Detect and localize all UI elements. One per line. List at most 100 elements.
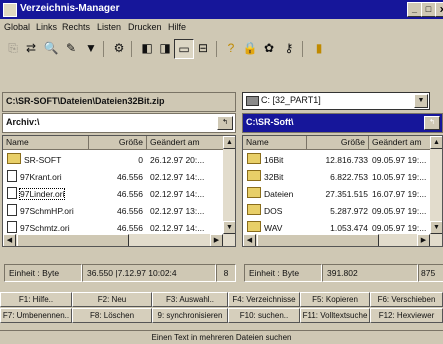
menu-hilfe[interactable]: Hilfe — [168, 22, 186, 32]
f11-fulltext-search-button[interactable]: F11: Volltextsuche — [300, 308, 370, 323]
info-icon[interactable]: ✿ — [260, 39, 278, 57]
f10-search-button[interactable]: F10: suchen.. — [228, 308, 300, 323]
folder-icon — [247, 204, 261, 215]
file-icon — [7, 204, 17, 216]
app-window: Verzeichnis-Manager _ □ x Global Links R… — [0, 0, 443, 343]
lock-icon[interactable]: 🔒 — [241, 39, 259, 57]
f2-new-button[interactable]: F2: Neu — [72, 292, 152, 307]
table-row[interactable]: SR-SOFT 0 26.12.97 20:... — [3, 152, 235, 168]
scroll-thumb[interactable] — [17, 234, 129, 246]
right-col-name[interactable]: Name — [243, 136, 307, 150]
folder-icon — [7, 153, 21, 164]
table-row[interactable]: DOS 5.287.972 09.05.97 19:... — [243, 203, 442, 219]
right-col-size[interactable]: Größe — [307, 136, 369, 150]
help-icon[interactable]: ? — [222, 39, 240, 57]
copy-icon[interactable]: ⎘ — [4, 39, 22, 57]
tools-icon[interactable]: ⚙ — [110, 39, 128, 57]
scroll-right-icon[interactable]: ▶ — [210, 234, 223, 246]
filter-icon[interactable]: ▼ — [82, 39, 100, 57]
folder-icon — [247, 170, 261, 181]
f4-directories-button[interactable]: F4: Verzeichnisse — [228, 292, 300, 307]
left-horizontal-scrollbar[interactable]: ◀ ▶ — [3, 234, 235, 246]
drive-icon — [246, 96, 259, 106]
right-horizontal-scrollbar[interactable]: ◀ ▶ — [243, 234, 442, 246]
left-file-list[interactable]: Name Größe Geändert am SR-SOFT 0 26.12.9… — [2, 135, 236, 247]
scroll-left-icon[interactable]: ◀ — [3, 234, 16, 246]
table-row[interactable]: 97Linder.ori 46.556 02.12.97 14:... — [3, 186, 235, 202]
toolbar-separator — [131, 41, 132, 57]
table-row[interactable]: 97Krant.ori 46.556 02.12.97 14:... — [3, 169, 235, 185]
status-hint: Einen Text in mehreren Dateien suchen — [0, 330, 443, 344]
toolbar-separator — [302, 41, 303, 57]
f3-select-button[interactable]: F3: Auswahl.. — [152, 292, 228, 307]
maximize-button[interactable]: □ — [421, 2, 436, 17]
minimize-button[interactable]: _ — [407, 2, 422, 17]
menu-links[interactable]: Links — [36, 22, 57, 32]
f5-copy-button[interactable]: F5: Kopieren — [300, 292, 370, 307]
scroll-down-icon[interactable]: ▼ — [430, 221, 442, 234]
right-drive-label: C: [32_PART1] — [261, 95, 321, 105]
scroll-thumb[interactable] — [257, 234, 379, 246]
scroll-down-icon[interactable]: ▼ — [223, 221, 235, 234]
right-status-info: 391.802 — [322, 264, 418, 282]
menu-listen[interactable]: Listen — [97, 22, 121, 32]
left-col-size[interactable]: Größe — [89, 136, 147, 150]
menu-bar: Global Links Rechts Listen Drucken Hilfe — [0, 19, 443, 36]
left-folder-up-icon[interactable]: ↰ — [217, 116, 233, 130]
right-folder-up-icon[interactable]: ↰ — [424, 116, 440, 130]
key-icon[interactable]: ⚷ — [280, 39, 298, 57]
compare-icon[interactable]: ◨ — [156, 39, 174, 57]
right-vertical-scrollbar[interactable]: ▲ ▼ — [430, 136, 442, 234]
folder-icon — [247, 221, 261, 232]
f7-rename-button[interactable]: F7: Umbenennen.. — [0, 308, 72, 323]
left-path: C:\SR-SOFT\Dateien\Dateien32Bit.zip — [6, 96, 165, 106]
view-icon[interactable]: 🔍 — [42, 39, 60, 57]
left-vertical-scrollbar[interactable]: ▲ ▼ — [223, 136, 235, 234]
menu-rechts[interactable]: Rechts — [62, 22, 90, 32]
toolbar-separator — [216, 41, 217, 57]
left-archive-bar[interactable]: Archiv:\ ↰ — [2, 113, 236, 133]
close-button[interactable]: x — [435, 2, 443, 17]
f1-help-button[interactable]: F1: Hilfe.. — [0, 292, 72, 307]
move-icon[interactable]: ⇄ — [22, 39, 40, 57]
right-file-list[interactable]: Name Größe Geändert am 16Bit 12.816.733 … — [242, 135, 443, 247]
f12-hexviewer-button[interactable]: F12: Hexviewer — [370, 308, 443, 323]
scroll-left-icon[interactable]: ◀ — [243, 234, 256, 246]
edit-icon[interactable]: ✎ — [62, 39, 80, 57]
table-row[interactable]: 32Bit 6.822.753 10.05.97 19:... — [243, 169, 442, 185]
scroll-up-icon[interactable]: ▲ — [430, 136, 442, 149]
left-status-info: 36.550 |7.12.97 10:02:4 — [82, 264, 216, 282]
menu-global[interactable]: Global — [4, 22, 30, 32]
left-status-count: 8 — [216, 264, 236, 282]
toolbar-separator — [103, 41, 104, 57]
table-row[interactable]: 16Bit 12.816.733 09.05.97 19:... — [243, 152, 442, 168]
right-drive-select[interactable]: C: [32_PART1] ▼ — [242, 92, 430, 110]
layout-icon[interactable]: ⊟ — [194, 39, 212, 57]
f8-delete-button[interactable]: F8: Löschen — [72, 308, 152, 323]
left-archive-label: Archiv:\ — [6, 117, 40, 127]
scroll-right-icon[interactable]: ▶ — [417, 234, 430, 246]
left-path-bar[interactable]: C:\SR-SOFT\Dateien\Dateien32Bit.zip — [2, 92, 236, 112]
left-col-name[interactable]: Name — [3, 136, 89, 150]
scroll-up-icon[interactable]: ▲ — [223, 136, 235, 149]
right-path-bar[interactable]: C:\SR-Soft\ ↰ — [242, 113, 443, 133]
chevron-down-icon[interactable]: ▼ — [414, 94, 428, 108]
exit-icon[interactable]: ▮ — [310, 39, 328, 57]
split-icon[interactable]: ◧ — [138, 39, 156, 57]
table-row[interactable]: Dateien 27.351.515 16.07.97 19:... — [243, 186, 442, 202]
app-icon[interactable] — [3, 3, 17, 17]
right-col-date[interactable]: Geändert am — [369, 136, 431, 150]
menu-drucken[interactable]: Drucken — [128, 22, 162, 32]
file-icon — [7, 221, 17, 233]
f9-sync-button[interactable]: 9: synchronisieren — [152, 308, 228, 323]
left-status-unit: Einheit : Byte — [4, 264, 82, 282]
file-icon — [7, 170, 17, 182]
f6-move-button[interactable]: F6: Verschieben — [370, 292, 443, 307]
table-row[interactable]: 97SchmHP.ori 46.556 02.12.97 13:... — [3, 203, 235, 219]
left-col-date[interactable]: Geändert am — [147, 136, 225, 150]
title-bar[interactable]: Verzeichnis-Manager _ □ x — [0, 0, 443, 19]
window-icon[interactable]: ▭ — [174, 39, 194, 59]
toolbar: ⎘ ⇄ 🔍 ✎ ▼ ⚙ ◧ ◨ ▭ ⊟ ? 🔒 ✿ ⚷ ▮ — [0, 37, 443, 61]
right-status-count: 875 — [418, 264, 443, 282]
right-status-unit: Einheit : Byte — [244, 264, 322, 282]
